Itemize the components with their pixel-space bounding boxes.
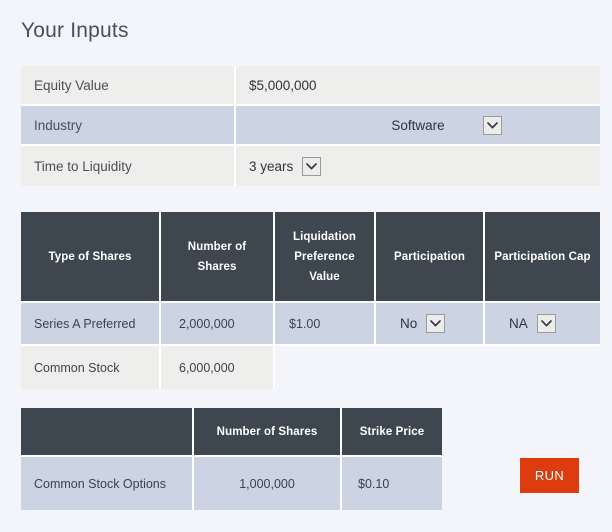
series-a-participation-value: No — [400, 316, 418, 331]
table-row: Common Stock 6,000,000 — [21, 346, 600, 389]
chevron-down-icon — [540, 320, 552, 327]
table-row: Common Stock Options 1,000,000 $0.10 — [21, 457, 442, 510]
common-stock-options-number-of-shares[interactable]: 1,000,000 — [194, 457, 342, 510]
column-header-type-of-shares: Type of Shares — [21, 212, 161, 303]
inputs-table: Equity Value $5,000,000 Industry Softwar… — [21, 66, 600, 186]
chevron-down-icon — [306, 162, 318, 169]
table-row: Industry Software — [21, 106, 600, 146]
common-stock-number-of-shares[interactable]: 6,000,000 — [161, 346, 275, 389]
series-a-participation-cap-dropdown[interactable] — [536, 314, 556, 333]
series-a-participation-cap-cell: NA — [485, 303, 600, 346]
column-header-options-number-of-shares: Number of Shares — [194, 408, 342, 457]
table-row: Equity Value $5,000,000 — [21, 66, 600, 106]
common-stock-participation — [376, 346, 485, 389]
shares-table-header-row: Type of Shares Number of Shares Liquidat… — [21, 212, 600, 303]
time-to-liquidity-label: Time to Liquidity — [21, 146, 236, 186]
shares-table: Type of Shares Number of Shares Liquidat… — [21, 212, 600, 389]
column-header-liquidation-preference-value: Liquidation Preference Value — [275, 212, 376, 303]
series-a-participation-cell: No — [376, 303, 485, 346]
series-a-participation-dropdown[interactable] — [426, 314, 446, 333]
time-to-liquidity-cell: 3 years — [236, 146, 600, 186]
equity-value-label: Equity Value — [21, 66, 236, 106]
industry-select-dropdown[interactable] — [483, 115, 502, 135]
series-a-participation-cap-value: NA — [509, 316, 528, 331]
time-to-liquidity-select-dropdown[interactable] — [302, 156, 322, 176]
table-row: Time to Liquidity 3 years — [21, 146, 600, 186]
chevron-down-icon — [487, 121, 498, 128]
column-header-participation-cap: Participation Cap — [485, 212, 600, 303]
equity-value-field[interactable]: $5,000,000 — [236, 66, 600, 106]
industry-cell: Software — [236, 106, 600, 146]
page-title: Your Inputs — [21, 19, 129, 42]
column-header-number-of-shares: Number of Shares — [161, 212, 275, 303]
chevron-down-icon — [430, 320, 442, 327]
options-table-header-row: Number of Shares Strike Price — [21, 408, 442, 457]
common-stock-options-strike-price[interactable]: $0.10 — [342, 457, 442, 510]
common-stock-liquidation-preference-value — [275, 346, 376, 389]
industry-select-value: Software — [391, 117, 445, 133]
industry-label: Industry — [21, 106, 236, 146]
series-a-liquidation-preference-value[interactable]: $1.00 — [275, 303, 376, 346]
column-header-options-name — [21, 408, 194, 457]
time-to-liquidity-select-value: 3 years — [249, 158, 294, 174]
common-stock-type: Common Stock — [21, 346, 161, 389]
column-header-participation: Participation — [376, 212, 485, 303]
series-a-type: Series A Preferred — [21, 303, 161, 346]
options-table: Number of Shares Strike Price Common Sto… — [21, 408, 442, 510]
table-row: Series A Preferred 2,000,000 $1.00 No NA — [21, 303, 600, 346]
series-a-number-of-shares[interactable]: 2,000,000 — [161, 303, 275, 346]
common-stock-options-name: Common Stock Options — [21, 457, 194, 510]
column-header-strike-price: Strike Price — [342, 408, 442, 457]
run-button[interactable]: RUN — [520, 458, 579, 493]
common-stock-participation-cap — [485, 346, 600, 389]
